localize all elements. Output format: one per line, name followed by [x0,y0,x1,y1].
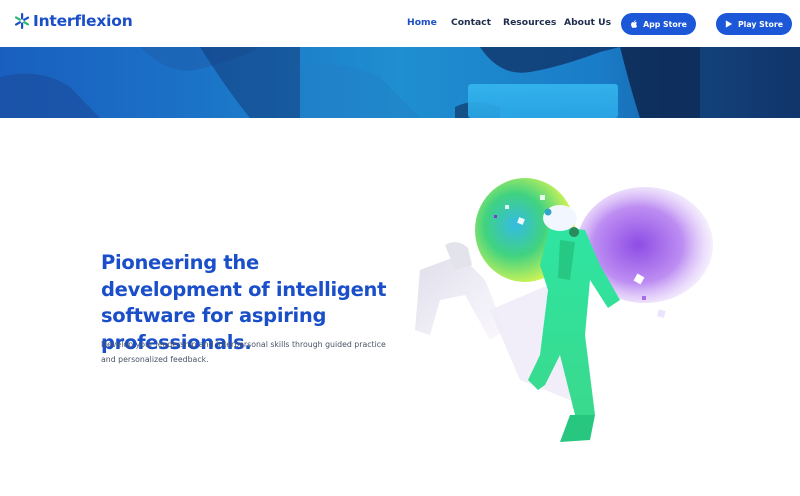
nav-home[interactable]: Home [407,17,437,28]
site-header: Interflexion Home Contact Resources Abou… [0,0,800,47]
asterisk-logo-icon [14,13,30,29]
app-store-label: App Store [643,19,687,29]
play-store-button[interactable]: Play Store [716,13,792,35]
walking-figure-illustration [415,178,713,442]
play-store-label: Play Store [737,19,784,29]
brand-name: Interflexion [33,12,133,30]
banner-photo-shapes [0,47,800,118]
nav-resources[interactable]: Resources [503,17,556,28]
hero-banner-image [0,47,800,118]
hero-subtitle: Develop your leadership and interpersona… [101,340,386,364]
brand-logo[interactable]: Interflexion [14,12,133,30]
app-store-button[interactable]: App Store [621,13,696,35]
play-icon [725,20,733,28]
nav-about-us[interactable]: About Us [564,17,611,28]
nav-contact[interactable]: Contact [451,17,491,28]
apple-icon [631,20,638,28]
